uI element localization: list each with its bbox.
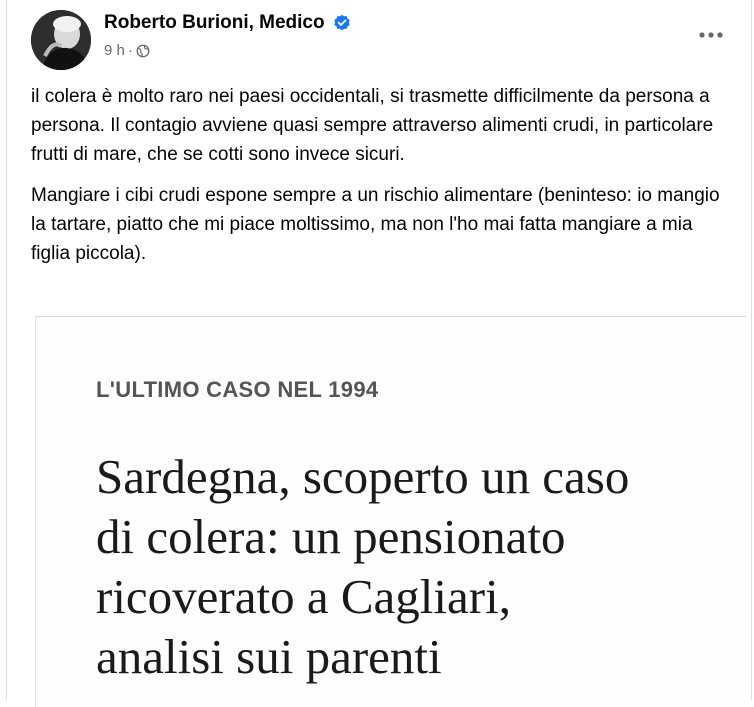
author-avatar[interactable] (31, 10, 91, 70)
headline-line-4: analisi sui parenti (96, 629, 442, 684)
article-image[interactable]: L'ULTIMO CASO NEL 1994 Sardegna, scopert… (35, 316, 746, 707)
more-options-icon (699, 32, 723, 38)
globe-icon[interactable] (136, 44, 150, 58)
article-kicker: L'ULTIMO CASO NEL 1994 (96, 377, 379, 402)
post-body: il colera è molto raro nei paesi occiden… (31, 82, 721, 280)
post-paragraph-1: il colera è molto raro nei paesi occiden… (31, 86, 714, 165)
author-name[interactable]: Roberto Burioni, Medico (104, 12, 351, 34)
author-name-text[interactable]: Roberto Burioni, Medico (104, 12, 325, 34)
post-paragraph-2: Mangiare i cibi crudi espone sempre a un… (31, 185, 720, 264)
more-options-button[interactable] (693, 23, 729, 47)
post-timestamp[interactable]: 9 h (104, 42, 125, 59)
article-headline: Sardegna, scoperto un caso di colera: un… (96, 447, 736, 687)
headline-line-3: ricoverato a Cagliari, (96, 569, 511, 624)
facebook-post: Roberto Burioni, Medico 9 h · il colera … (6, 0, 752, 707)
meta-separator: · (127, 42, 133, 59)
verified-badge-icon (333, 14, 350, 31)
avatar-photo (31, 10, 91, 70)
headline-line-1: Sardegna, scoperto un caso (96, 449, 630, 504)
post-meta: 9 h · (104, 42, 150, 59)
headline-line-2: di colera: un pensionato (96, 509, 566, 564)
